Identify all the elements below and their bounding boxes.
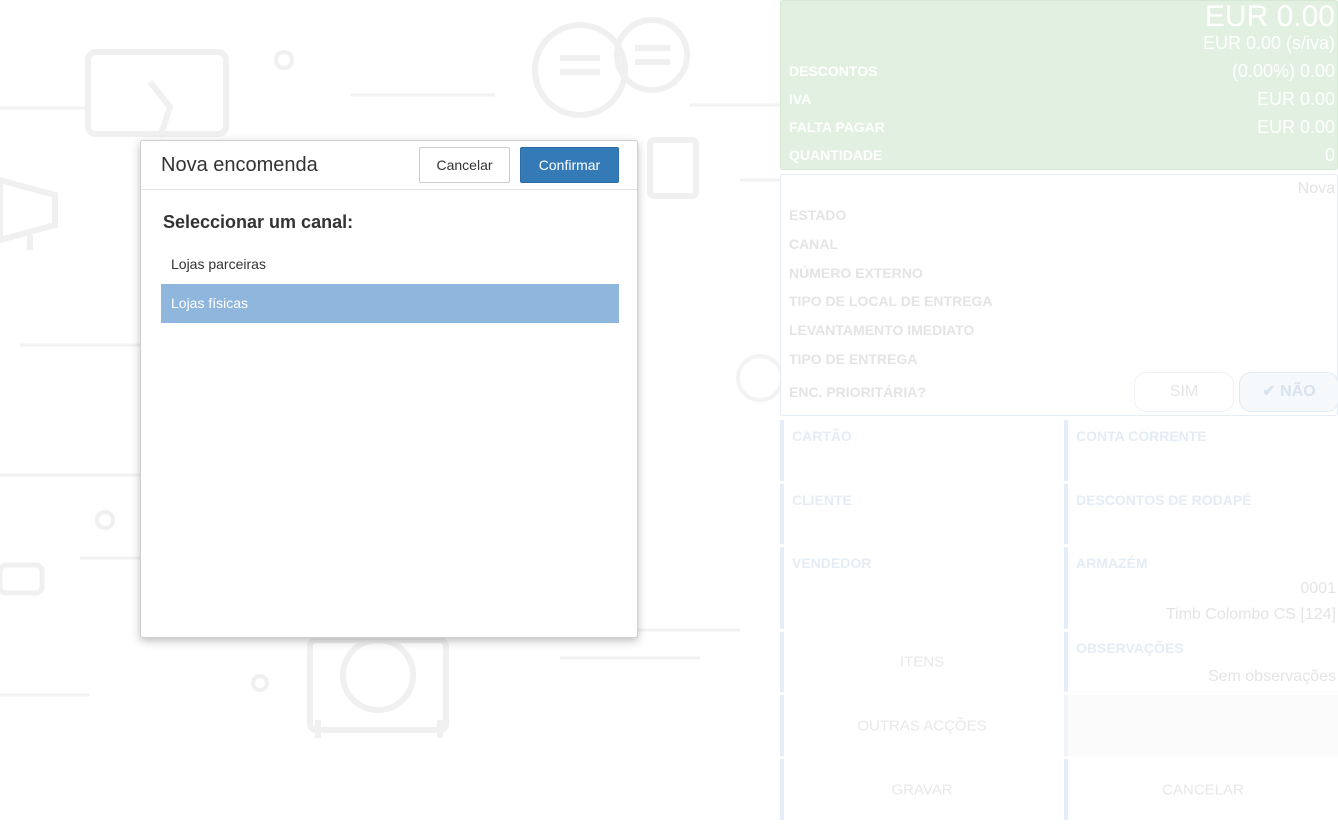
totals-label: FALTA PAGAR (789, 119, 885, 135)
tile-label: CONTA CORRENTE (1076, 428, 1207, 444)
totals-value: EUR 0.00 (1256, 117, 1335, 137)
tag-icon (0, 562, 45, 596)
detail-label-priority: ENC. PRIORITÁRIA? (789, 384, 926, 400)
gear-icon (274, 50, 294, 70)
channel-option-physical-stores[interactable]: Lojas físicas (161, 284, 619, 323)
save-button[interactable]: GRAVAR (780, 759, 1060, 820)
tile-label: VENDEDOR (792, 555, 872, 571)
totals-row-remaining: FALTA PAGAR EUR 0.00 (789, 117, 1335, 137)
totals-label: QUANTIDADE (789, 147, 883, 163)
other-actions-button[interactable]: OUTRAS ACÇÕES (780, 695, 1060, 756)
empty-tile (1064, 695, 1338, 756)
state-value: Nova (1297, 180, 1335, 197)
priority-yes-toggle[interactable]: SIM (1134, 372, 1234, 412)
channel-option-partner-stores[interactable]: Lojas parceiras (161, 245, 619, 284)
items-button[interactable]: ITENS (780, 632, 1060, 692)
seller-tile[interactable]: VENDEDOR (780, 547, 1060, 629)
shield-icon (736, 354, 780, 402)
card-tile[interactable]: CARTÃO (780, 420, 1060, 481)
order-details: Nova ESTADO CANAL NÚMERO EXTERNO TIPO DE… (780, 174, 1338, 416)
totals-row-vat: IVA EUR 0.00 (789, 89, 1335, 109)
totals-value: 0 (1324, 145, 1335, 165)
save-label: GRAVAR (891, 781, 953, 798)
totals-label: DESCONTOS (789, 63, 878, 79)
client-tile[interactable]: CLIENTE (780, 484, 1060, 544)
detail-label-channel: CANAL (789, 236, 838, 252)
tile-label: OBSERVAÇÕES (1076, 640, 1184, 656)
totals-label: IVA (789, 91, 812, 107)
tile-label: ARMAZÉM (1076, 555, 1148, 571)
priority-no-toggle[interactable]: ✔ NÃO (1239, 372, 1338, 412)
confirm-button[interactable]: Confirmar (520, 147, 619, 183)
totals-row-quantity: QUANTIDADE 0 (789, 145, 1335, 165)
channel-prompt: Seleccionar um canal: (163, 212, 354, 232)
totals-box: EUR 0.00 EUR 0.00 (s/iva) DESCONTOS (0.0… (780, 0, 1338, 170)
totals-value: EUR 0.00 (1256, 89, 1335, 109)
bullet-icon (95, 510, 115, 530)
total-no-vat: EUR 0.00 (s/iva) (1202, 33, 1335, 53)
total-amount: EUR 0.00 (1204, 0, 1335, 33)
notes-tile[interactable]: OBSERVAÇÕES Sem observações (1064, 632, 1338, 692)
warehouse-tile[interactable]: ARMAZÉM 0001 Timb Colombo CS [124] (1064, 547, 1338, 629)
warehouse-code: 0001 (1300, 580, 1336, 597)
cancel-button[interactable]: Cancelar (419, 147, 510, 183)
totals-value: (0.00%) 0.00 (1231, 61, 1335, 81)
detail-label-external-number: NÚMERO EXTERNO (789, 265, 923, 281)
current-account-tile[interactable]: CONTA CORRENTE (1064, 420, 1338, 481)
warehouse-name: Timb Colombo CS [124] (1165, 606, 1336, 623)
wallet-icon (85, 49, 229, 138)
detail-label-delivery-location-type: TIPO DE LOCAL DE ENTREGA (789, 293, 993, 309)
megaphone-icon (0, 176, 58, 250)
new-order-dialog: Nova encomenda Cancelar Confirmar Selecc… (140, 140, 638, 638)
items-label: ITENS (899, 653, 945, 671)
totals-row-discounts: DESCONTOS (0.00%) 0.00 (789, 61, 1335, 81)
tile-label: CARTÃO (792, 428, 852, 444)
order-summary-panel: EUR 0.00 EUR 0.00 (s/iva) DESCONTOS (0.0… (780, 0, 1338, 828)
footer-discounts-tile[interactable]: DESCONTOS DE RODAPÉ (1064, 484, 1338, 544)
detail-label-state: ESTADO (789, 207, 847, 223)
detail-label-delivery-type: TIPO DE ENTREGA (789, 351, 918, 367)
tile-label: DESCONTOS DE RODAPÉ (1076, 492, 1252, 508)
dialog-header: Nova encomenda Cancelar Confirmar (141, 141, 637, 190)
notes-value: Sem observações (1207, 668, 1336, 685)
dialog-title: Nova encomenda (161, 154, 318, 176)
cancel-order-label: CANCELAR (1162, 781, 1244, 798)
tile-label: CLIENTE (792, 492, 852, 508)
cancel-order-button[interactable]: CANCELAR (1064, 759, 1338, 820)
other-actions-label: OUTRAS ACÇÕES (857, 717, 987, 734)
detail-label-immediate-pickup: LEVANTAMENTO IMEDIATO (789, 322, 975, 338)
camera-icon (307, 637, 449, 738)
bullet-icon (251, 674, 269, 692)
